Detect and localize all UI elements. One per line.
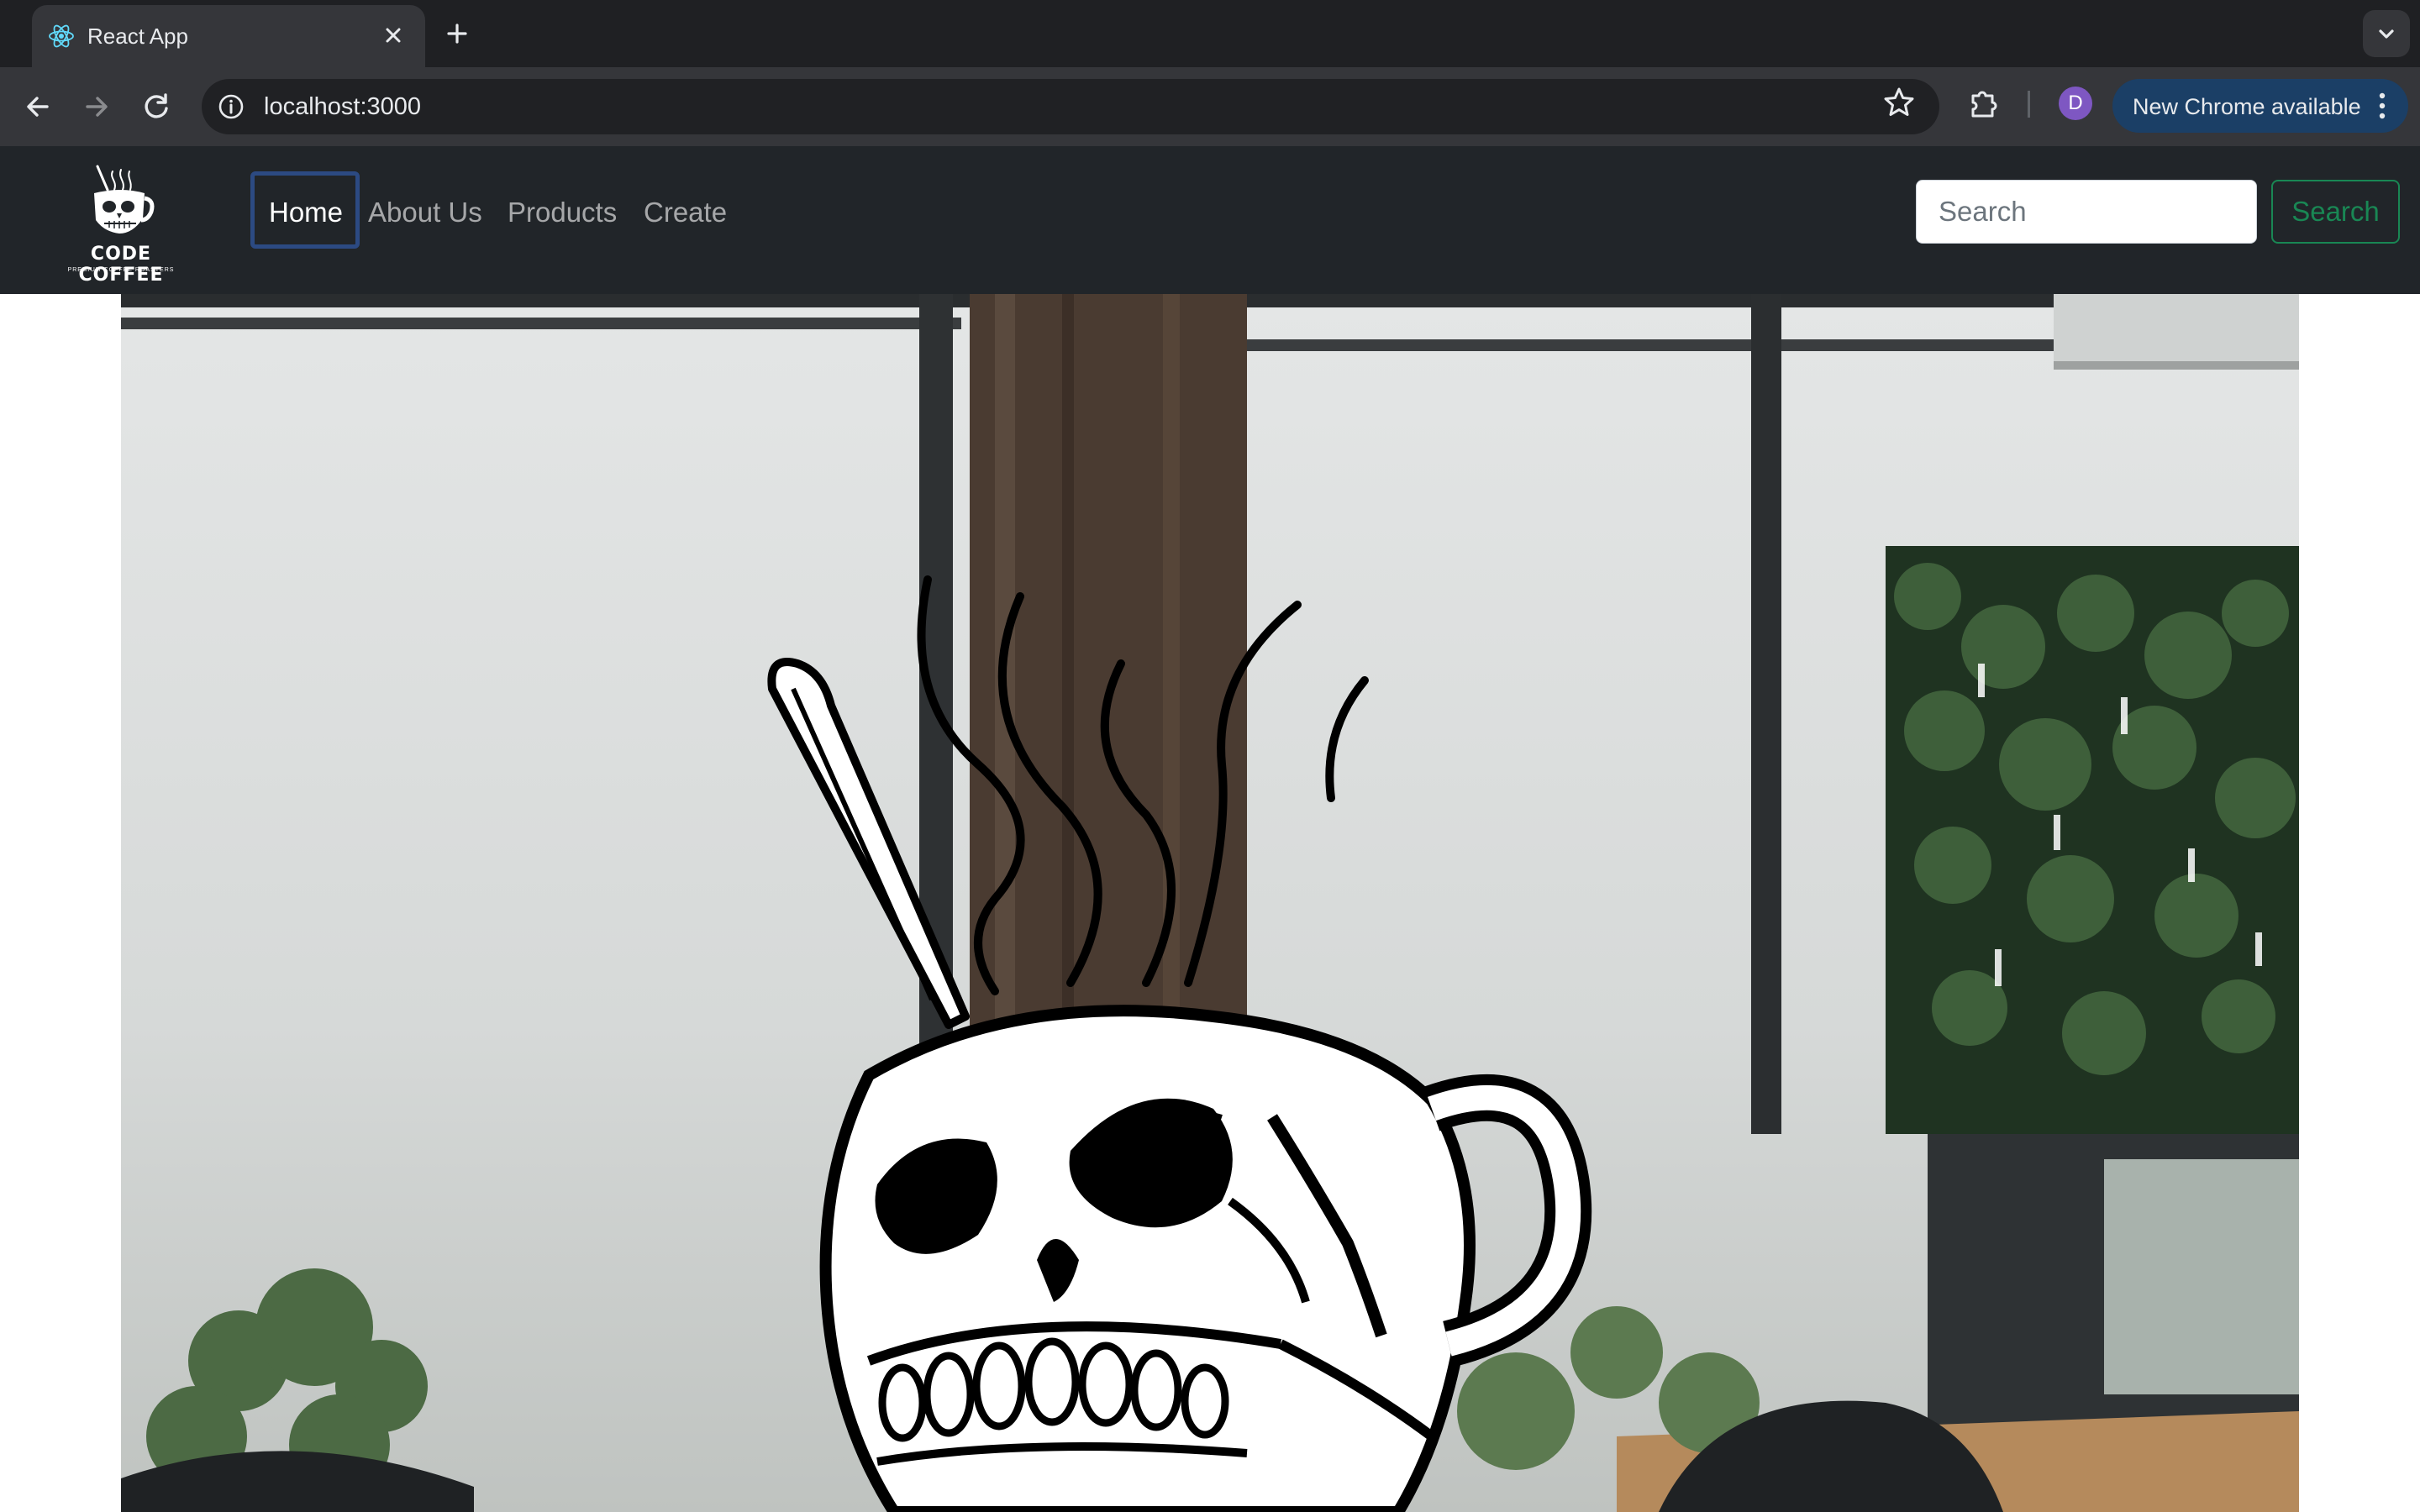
hero-image bbox=[121, 294, 2299, 1512]
update-chrome-button[interactable]: New Chrome available bbox=[2112, 79, 2408, 133]
browser-tab[interactable]: React App bbox=[32, 5, 425, 67]
url-text[interactable]: localhost:3000 bbox=[264, 93, 421, 121]
browser-toolbar: localhost:3000 bbox=[0, 67, 2420, 146]
kebab-menu-icon[interactable] bbox=[2378, 91, 2386, 121]
reload-icon[interactable] bbox=[136, 86, 178, 128]
skull-mug-hero-illustration bbox=[121, 294, 2299, 1512]
star-icon[interactable] bbox=[1882, 86, 1916, 119]
brand-logo[interactable]: CODE COFFEE PREMIUM COFFEE ROASTERS bbox=[45, 153, 197, 286]
brand-tagline: PREMIUM COFFEE ROASTERS bbox=[67, 267, 175, 273]
brand-name: CODE COFFEE bbox=[78, 244, 164, 286]
info-icon[interactable] bbox=[217, 92, 245, 121]
search-input[interactable] bbox=[1916, 180, 2257, 244]
site-navbar: CODE COFFEE PREMIUM COFFEE ROASTERS Home… bbox=[0, 146, 2420, 294]
tab-title: React App bbox=[87, 24, 188, 49]
nav-link-products[interactable]: Products bbox=[508, 197, 617, 228]
plus-icon[interactable] bbox=[440, 17, 474, 50]
profile-avatar[interactable]: D bbox=[2059, 87, 2092, 120]
skull-mug-logo-icon bbox=[94, 165, 155, 234]
toolbar-separator bbox=[2028, 91, 2030, 118]
nav-link-create[interactable]: Create bbox=[644, 197, 727, 228]
puzzle-icon[interactable] bbox=[1966, 86, 2002, 121]
arrow-left-icon[interactable] bbox=[17, 86, 59, 128]
update-chrome-label: New Chrome available bbox=[2133, 94, 2361, 119]
browser-tab-strip: React App bbox=[0, 0, 2420, 67]
search-button[interactable]: Search bbox=[2271, 180, 2400, 244]
nav-link-home[interactable]: Home bbox=[269, 197, 343, 228]
nav-link-about-us[interactable]: About Us bbox=[368, 197, 482, 228]
chevron-down-icon[interactable] bbox=[2363, 10, 2410, 57]
react-logo-icon bbox=[49, 24, 74, 48]
close-icon[interactable] bbox=[378, 20, 408, 50]
address-bar[interactable]: localhost:3000 bbox=[202, 79, 1939, 134]
arrow-right-icon[interactable] bbox=[76, 86, 118, 128]
